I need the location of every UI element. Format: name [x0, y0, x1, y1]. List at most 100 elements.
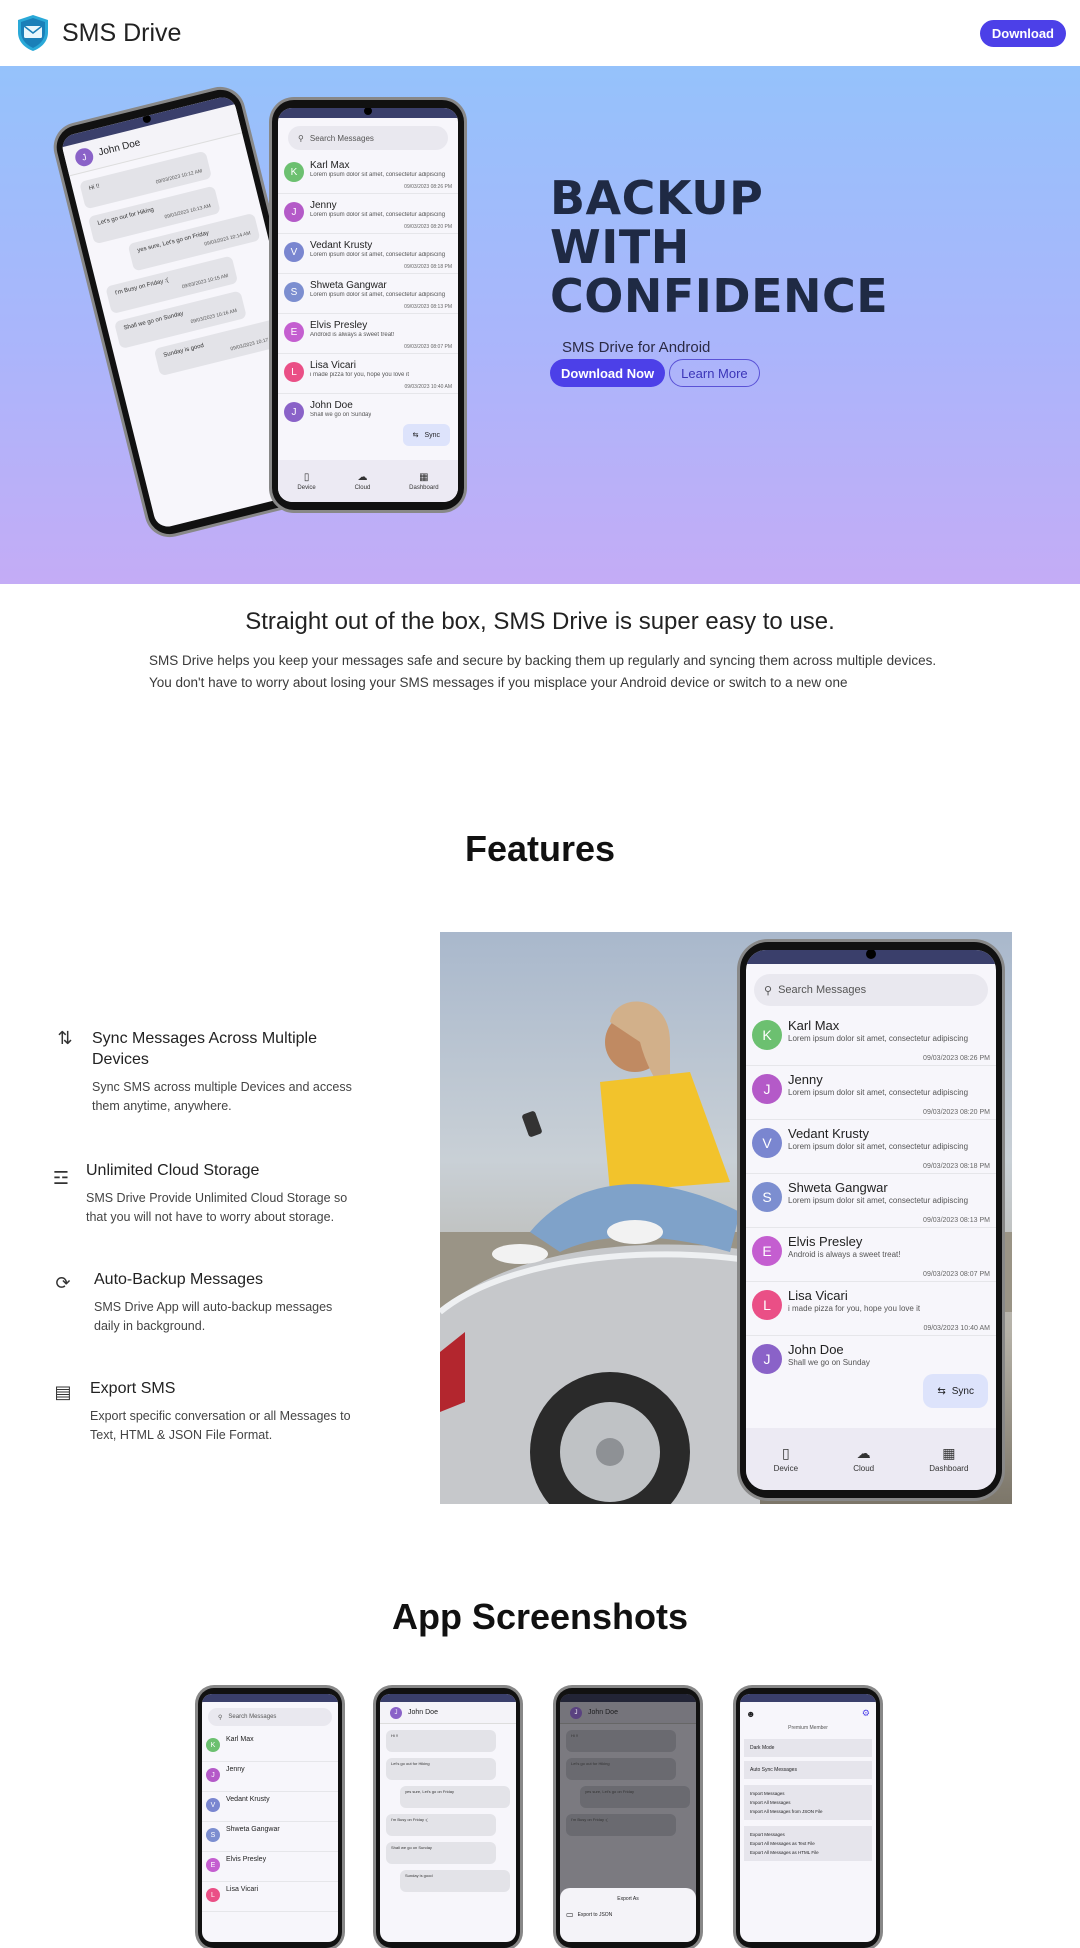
feature-sync: ⇅ Sync Messages Across Multiple Devices …	[52, 1028, 352, 1116]
nav-download-button[interactable]: Download	[979, 20, 1066, 47]
avatar: K	[284, 162, 304, 182]
chat-bubble: yes sure, Let's go on Friday	[580, 1786, 690, 1808]
search-icon: ⚲	[218, 1714, 223, 1721]
bottom-nav: ▯ Device ☁ Cloud ▦ Dashboard	[278, 460, 458, 502]
list-item[interactable]: L Lisa Vicari i made pizza for you, hope y…	[278, 354, 458, 394]
nav-cloud[interactable]: ☁ Cloud	[853, 1445, 874, 1473]
auto-sync-row[interactable]: Auto Sync Messages	[744, 1761, 872, 1779]
export-sheet[interactable]: Export As ▭ Export to JSON	[560, 1888, 696, 1942]
screenshot-export[interactable]: J John Doe Hi !! Let's go out for Hiking…	[556, 1688, 700, 1948]
search-bar[interactable]: ⚲ Search Messages	[754, 974, 988, 1006]
list-item: K Karl Max	[202, 1732, 338, 1762]
phone-icon: ▯	[781, 1445, 790, 1461]
screenshots-title: App Screenshots	[391, 1596, 689, 1637]
user-icon: ☻	[746, 1708, 756, 1719]
cloud-icon: ☁	[357, 471, 368, 483]
hero-list-phone: ⚲ Search Messages K Karl Max Lorem ipsum d…	[272, 100, 464, 510]
chat-bubble: I'm Busy on Friday :(	[386, 1814, 496, 1836]
sync-devices-icon: ⇅	[57, 1028, 73, 1048]
chat-bubble: yes sure, Let's go on Friday	[400, 1786, 510, 1808]
list-item[interactable]: E Elvis Presley Android is always a sweet …	[278, 314, 458, 354]
screenshot-chat[interactable]: J John Doe Hi !! Let's go out for Hiking…	[376, 1688, 520, 1948]
cloud-icon: ☁	[856, 1445, 871, 1461]
list-item: V Vedant Krusty	[202, 1792, 338, 1822]
status-bar	[746, 950, 996, 964]
chat-bubble: I'm Busy on Friday :(	[566, 1814, 676, 1836]
screenshot-settings[interactable]: ☻ ⚙ Premium Member Dark Mode Auto Sync M…	[736, 1688, 880, 1948]
chat-bubble: Hi !!	[566, 1730, 676, 1752]
database-icon: ☲	[52, 1168, 70, 1188]
screenshot-messages[interactable]: ⚲ Search Messages K Karl Max J Jenny V Vedan…	[198, 1688, 342, 1948]
search-bar[interactable]: ⚲ Search Messages	[288, 126, 448, 150]
chat-header: J John Doe	[560, 1702, 696, 1724]
sync-button[interactable]: ⇆ Sync	[923, 1374, 988, 1408]
nav-dashboard[interactable]: ▦ Dashboard	[929, 1445, 968, 1473]
hero-title: BACKUP WITH CONFIDENCE	[550, 171, 889, 323]
dark-mode-row[interactable]: Dark Mode	[744, 1739, 872, 1757]
shield-envelope-logo-icon[interactable]	[14, 13, 52, 53]
hero-buttons: Download Now Learn More	[550, 359, 760, 387]
dashboard-icon: ▦	[942, 1445, 956, 1461]
sync-icon: ⇆	[412, 432, 419, 439]
list-item: L Lisa Vicari	[202, 1882, 338, 1912]
dashboard-icon: ▦	[419, 471, 429, 483]
list-item[interactable]: V Vedant Krusty Lorem ipsum dolor sit amet…	[746, 1120, 996, 1174]
list-item[interactable]: S Shweta Gangwar Lorem ipsum dolor sit ame…	[746, 1174, 996, 1228]
list-item[interactable]: J Jenny Lorem ipsum dolor sit amet, consec…	[278, 194, 458, 234]
feature-phone: ⚲ Search Messages K Karl Max Lorem ipsum d…	[740, 942, 1002, 1498]
avatar: S	[206, 1828, 220, 1842]
nav-device[interactable]: ▯ Device	[297, 472, 315, 491]
list-item: S Shweta Gangwar	[202, 1822, 338, 1852]
avatar: E	[284, 322, 304, 342]
avatar: J	[206, 1768, 220, 1782]
export-section: Export Messages Export All Messages as T…	[744, 1826, 872, 1861]
avatar: K	[752, 1020, 782, 1050]
list-item[interactable]: E Elvis Presley Android is always a sweet …	[746, 1228, 996, 1282]
nav-device[interactable]: ▯ Device	[774, 1445, 798, 1473]
nav-cloud[interactable]: ☁ Cloud	[355, 472, 371, 491]
export-json-option[interactable]: ▭ Export to JSON	[566, 1910, 690, 1919]
list-item[interactable]: K Karl Max Lorem ipsum dolor sit amet, con…	[278, 154, 458, 194]
learn-more-button[interactable]: Learn More	[669, 359, 760, 387]
export-icon: ▤	[54, 1382, 72, 1402]
profile-row: ☻ ⚙	[740, 1702, 876, 1725]
sync-icon: ⇆	[937, 1385, 946, 1397]
chat-header: J John Doe	[380, 1702, 516, 1724]
list-item[interactable]: V Vedant Krusty Lorem ipsum dolor sit amet…	[278, 234, 458, 274]
chat-bubble: Hi !!	[386, 1730, 496, 1752]
auto-backup-icon: ⟳	[55, 1273, 71, 1293]
list-item[interactable]: L Lisa Vicari i made pizza for you, hope y…	[746, 1282, 996, 1336]
hero-section: J John Doe Hi !! 09/03/2023 10:12 AM Let'…	[0, 66, 1080, 584]
avatar: V	[206, 1798, 220, 1812]
bottom-nav: ▯ Device ☁ Cloud ▦ Dashboard	[746, 1428, 996, 1490]
list-item: E Elvis Presley	[202, 1852, 338, 1882]
brand-name[interactable]: SMS Drive	[62, 19, 181, 48]
sync-button[interactable]: ⇆ Sync	[402, 424, 450, 446]
top-nav: SMS Drive Download	[0, 0, 1080, 66]
chat-bubble: Shall we go on Sunday	[386, 1842, 496, 1864]
feature-export: ▤ Export SMS Export specific conversatio…	[50, 1378, 360, 1445]
import-section: Import Messages Import All Messages Impo…	[744, 1785, 872, 1820]
hero-subtitle: SMS Drive for Android	[562, 339, 711, 356]
search-icon: ⚲	[764, 984, 773, 997]
messages-screen: ⚲ Search Messages K Karl Max Lorem ipsum d…	[746, 950, 996, 1490]
list-item[interactable]: J Jenny Lorem ipsum dolor sit amet, consec…	[746, 1066, 996, 1120]
gear-icon[interactable]: ⚙	[862, 1708, 870, 1719]
export-sheet-title: Export As	[617, 1896, 639, 1902]
nav-dashboard[interactable]: ▦ Dashboard	[409, 472, 438, 491]
list-item[interactable]: K Karl Max Lorem ipsum dolor sit amet, con…	[746, 1012, 996, 1066]
avatar: S	[284, 282, 304, 302]
search-icon: ⚲	[298, 133, 304, 143]
feature-photo: ⚲ Search Messages K Karl Max Lorem ipsum d…	[440, 932, 1012, 1504]
phone-icon: ▯	[303, 471, 310, 483]
avatar: J	[284, 402, 304, 422]
search-bar: ⚲ Search Messages	[208, 1708, 332, 1726]
chat-contact-name: John Doe	[97, 137, 142, 159]
file-icon: ▭	[566, 1910, 574, 1919]
list-item[interactable]: S Shweta Gangwar Lorem ipsum dolor sit ame…	[278, 274, 458, 314]
download-now-button[interactable]: Download Now	[550, 359, 666, 387]
messages-screen: ⚲ Search Messages K Karl Max Lorem ipsum d…	[278, 108, 458, 502]
features-title: Features	[464, 828, 616, 869]
avatar: J	[752, 1074, 782, 1104]
chat-bubble: Let's go out for Hiking	[386, 1758, 496, 1780]
